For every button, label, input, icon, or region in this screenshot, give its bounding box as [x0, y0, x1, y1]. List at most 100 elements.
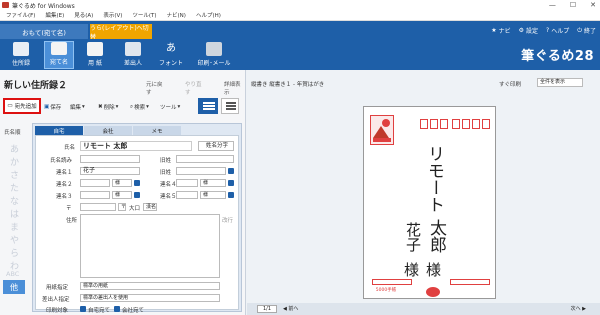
- menu-navi[interactable]: ナビ(N): [167, 11, 186, 19]
- next-button[interactable]: 次へ ▶: [571, 305, 586, 312]
- rengi4-field[interactable]: [176, 179, 198, 187]
- postal-digit-box: [482, 119, 490, 129]
- sender-label: 差出人指定: [42, 297, 70, 303]
- kana-ka[interactable]: か: [10, 155, 19, 168]
- form-body: 氏名 リモート 太郎 姓名分字 氏名読み 旧姓 連名１ 花子 旧姓 連名２ 様 …: [35, 135, 239, 314]
- detail-button[interactable]: 詳細表示: [224, 80, 245, 96]
- minimize-button[interactable]: —: [549, 0, 556, 10]
- add-recipient-button[interactable]: ▭ 宛先追加: [3, 98, 41, 114]
- title-bar: 筆ぐるめ for Windows — ☐ ✕: [0, 0, 600, 10]
- quick-print-label[interactable]: すぐ印刷: [499, 80, 521, 88]
- rengi3-checkbox[interactable]: [134, 192, 140, 198]
- navi-button[interactable]: ★ ナビ: [491, 26, 510, 35]
- edit-label: 編集: [70, 105, 82, 111]
- ribbon-sender[interactable]: 差出人: [118, 41, 148, 69]
- window-controls: — ☐ ✕: [549, 0, 596, 10]
- rengi2-checkbox[interactable]: [134, 180, 140, 186]
- kana-abc[interactable]: ABC: [6, 270, 19, 278]
- address-book-icon: [13, 42, 29, 56]
- maiden-field[interactable]: [176, 155, 234, 163]
- settings-button[interactable]: ⚙ 設定: [519, 26, 538, 35]
- kana-ma[interactable]: ま: [10, 220, 19, 233]
- stamp-icon: [370, 115, 394, 145]
- rengi3-honorific[interactable]: 様: [112, 191, 132, 199]
- menu-file[interactable]: ファイル(F): [6, 11, 35, 19]
- rengi5-checkbox[interactable]: [228, 192, 234, 198]
- kana-other[interactable]: 他: [3, 280, 25, 294]
- search-button[interactable]: ⌕ 検索 ▾: [130, 103, 149, 112]
- save-button[interactable]: ▣ 保存: [44, 103, 61, 111]
- kana-ra[interactable]: ら: [10, 246, 19, 259]
- help-button[interactable]: ? ヘルプ: [546, 26, 569, 35]
- kana-ta[interactable]: た: [10, 181, 19, 194]
- name-field[interactable]: リモート 太郎: [80, 141, 192, 151]
- postcard-preview[interactable]: リモート 太郎 様 花子 様 5000手帳: [363, 106, 496, 299]
- rengi5-honorific[interactable]: 様: [200, 191, 226, 199]
- chevron-down-icon: ▾: [177, 104, 181, 110]
- ribbon-address-book[interactable]: 住所録: [6, 41, 36, 69]
- rengi1-field[interactable]: 花子: [80, 167, 140, 175]
- rengi5-field[interactable]: [176, 191, 198, 199]
- rengi1-checkbox[interactable]: [228, 168, 234, 174]
- tab-memo[interactable]: メモ: [133, 126, 181, 135]
- postal-kanji-button[interactable]: 漢名: [143, 203, 157, 211]
- help-icon: ?: [546, 27, 550, 34]
- kana-na[interactable]: な: [10, 194, 19, 207]
- newline-button[interactable]: 改行: [222, 216, 233, 224]
- lottery-mark-icon: [426, 287, 440, 297]
- add-icon: ▭: [7, 103, 13, 109]
- rengi2-honorific[interactable]: 様: [112, 179, 132, 187]
- menu-display[interactable]: 表示(V): [103, 11, 122, 19]
- chevron-down-icon: ▾: [82, 104, 85, 110]
- address-form: 自宅 会社 メモ 氏名 リモート 太郎 姓名分字 氏名読み 旧姓 連名１ 花子 …: [32, 123, 242, 314]
- ribbon-paper[interactable]: 用 紙: [80, 41, 110, 69]
- print-company-label: 会社宛て: [122, 308, 145, 314]
- rengi2-field[interactable]: [80, 179, 110, 187]
- ribbon-font[interactable]: あ フォント: [156, 41, 186, 69]
- postal-big-button[interactable]: 大口: [129, 204, 140, 212]
- tab-company[interactable]: 会社: [84, 126, 132, 135]
- maiden2-field[interactable]: [176, 167, 226, 175]
- list-view-button[interactable]: [221, 98, 239, 114]
- close-button[interactable]: ✕: [590, 0, 596, 10]
- kana-ya[interactable]: や: [10, 233, 19, 246]
- ribbon-print-mail[interactable]: 印刷･メール: [194, 41, 234, 69]
- kana-sa[interactable]: さ: [10, 168, 19, 181]
- chevron-down-icon: ▾: [115, 104, 119, 110]
- edit-button[interactable]: 編集 ▾: [70, 103, 85, 111]
- type-label: 用紙指定: [46, 285, 69, 291]
- rengi4-checkbox[interactable]: [228, 180, 234, 186]
- prev-button[interactable]: ◀ 前へ: [283, 305, 298, 312]
- undo-button[interactable]: 元に戻す: [146, 80, 167, 96]
- header-buttons: 元に戻す やり直す 詳細表示: [146, 80, 245, 96]
- tab-home[interactable]: 自宅: [35, 126, 83, 135]
- reading-field[interactable]: [80, 155, 140, 163]
- split-name-button[interactable]: 姓名分字: [198, 141, 234, 151]
- tab-front[interactable]: おもて(宛て名): [0, 24, 88, 39]
- print-home-checkbox[interactable]: [80, 306, 86, 312]
- menu-tools[interactable]: ツール(T): [132, 11, 156, 19]
- rengi4-honorific[interactable]: 様: [200, 179, 226, 187]
- paper-type-select[interactable]: 標準の用紙: [80, 282, 220, 290]
- redo-button[interactable]: やり直す: [185, 80, 206, 96]
- kana-a[interactable]: あ: [10, 142, 19, 155]
- menu-view[interactable]: 見る(A): [74, 11, 93, 19]
- postal-lookup-button[interactable]: 〒: [118, 203, 126, 211]
- menu-help[interactable]: ヘルプ(H): [196, 11, 221, 19]
- kana-ha[interactable]: は: [10, 207, 19, 220]
- ribbon-recipient[interactable]: 宛て名: [44, 41, 74, 69]
- display-select[interactable]: 全件を表示: [537, 78, 583, 87]
- tools-button[interactable]: ツール ▾: [160, 103, 180, 111]
- print-company-checkbox[interactable]: [114, 306, 120, 312]
- card-view-button[interactable]: [198, 98, 218, 114]
- sender-select[interactable]: 標準の差出人を使用: [80, 294, 220, 302]
- delete-button[interactable]: ✖ 削除 ▾: [98, 103, 118, 111]
- maximize-button[interactable]: ☐: [570, 0, 576, 10]
- tab-back[interactable]: うら(レイアウト)へ切替: [90, 24, 152, 41]
- address-field[interactable]: [80, 214, 220, 278]
- kana-index: 氏名順 あ か さ た な は ま や ら わ ABC 他: [0, 120, 28, 315]
- rengi3-field[interactable]: [80, 191, 110, 199]
- menu-edit[interactable]: 編集(E): [45, 11, 64, 19]
- exit-button[interactable]: ⏻ 終了: [577, 26, 596, 36]
- postal-field[interactable]: [80, 203, 116, 211]
